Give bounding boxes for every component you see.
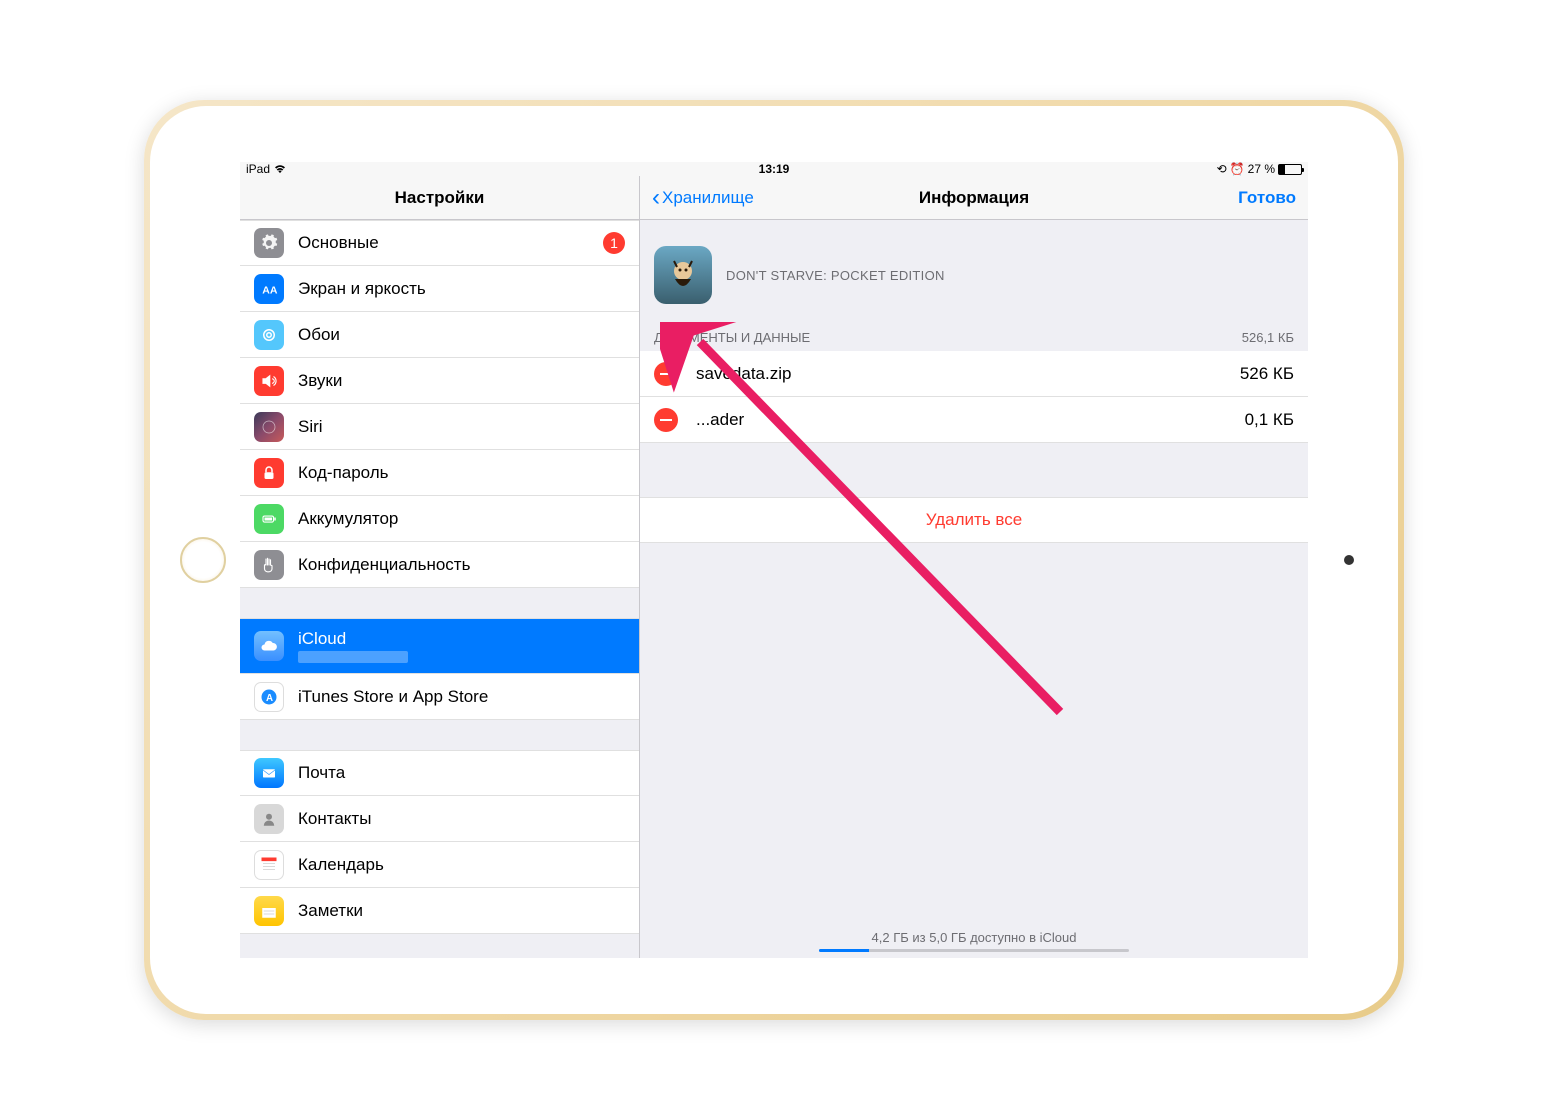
delete-all-button[interactable]: Удалить все	[640, 497, 1308, 543]
home-button[interactable]	[180, 537, 226, 583]
file-name: ...ader	[696, 410, 1245, 430]
orientation-lock-icon: ⟲	[1217, 162, 1227, 176]
back-label: Хранилище	[662, 188, 754, 208]
app-info-section: DON'T STARVE: POCKET EDITION	[640, 220, 1308, 324]
row-label: Заметки	[298, 901, 625, 921]
appstore-icon: A	[254, 682, 284, 712]
sidebar-item-display[interactable]: AA Экран и яркость	[240, 266, 639, 312]
status-bar: iPad 13:19 ⟲ ⏰ 27 %	[240, 162, 1308, 176]
app-name: DON'T STARVE: POCKET EDITION	[726, 268, 945, 283]
cloud-icon	[254, 631, 284, 661]
row-label: iCloud	[298, 629, 408, 649]
sidebar-item-siri[interactable]: Siri	[240, 404, 639, 450]
svg-text:A: A	[266, 692, 273, 703]
delete-file-button[interactable]	[654, 362, 678, 386]
storage-bar	[819, 949, 1129, 952]
siri-icon	[254, 412, 284, 442]
lock-icon	[254, 458, 284, 488]
battery-percent: 27 %	[1248, 162, 1275, 176]
sidebar-item-wallpaper[interactable]: Обои	[240, 312, 639, 358]
sidebar-item-contacts[interactable]: Контакты	[240, 796, 639, 842]
battery-icon	[1278, 164, 1302, 175]
file-size: 0,1 КБ	[1245, 410, 1294, 430]
minus-icon	[660, 373, 672, 375]
storage-fill	[819, 949, 869, 952]
delete-file-button[interactable]	[654, 408, 678, 432]
delete-all-label: Удалить все	[926, 510, 1022, 530]
mail-icon	[254, 758, 284, 788]
app-icon	[654, 246, 712, 304]
main-panel: ‹ Хранилище Информация Готово DON'T STAR…	[640, 176, 1308, 958]
svg-text:AA: AA	[262, 284, 278, 296]
front-camera	[1344, 555, 1354, 565]
file-name: savedata.zip	[696, 364, 1240, 384]
notification-badge: 1	[603, 232, 625, 254]
row-label: Обои	[298, 325, 625, 345]
file-row[interactable]: savedata.zip 526 КБ	[640, 351, 1308, 397]
hand-icon	[254, 550, 284, 580]
sidebar-item-general[interactable]: Основные 1	[240, 220, 639, 266]
sidebar-header: Настройки	[240, 176, 639, 220]
sidebar-item-privacy[interactable]: Конфиденциальность	[240, 542, 639, 588]
row-label: Почта	[298, 763, 625, 783]
status-time: 13:19	[759, 162, 790, 176]
file-size: 526 КБ	[1240, 364, 1294, 384]
row-label: Контакты	[298, 809, 625, 829]
alarm-icon: ⏰	[1230, 162, 1245, 176]
wallpaper-icon	[254, 320, 284, 350]
sidebar-item-appstore[interactable]: A iTunes Store и App Store	[240, 674, 639, 720]
sidebar-title: Настройки	[395, 188, 485, 208]
back-button[interactable]: ‹ Хранилище	[652, 186, 754, 210]
row-label: Основные	[298, 233, 603, 253]
gear-icon	[254, 228, 284, 258]
section-total-size: 526,1 КБ	[1242, 330, 1294, 345]
row-label: iTunes Store и App Store	[298, 687, 625, 707]
device-label: iPad	[246, 162, 270, 176]
display-icon: AA	[254, 274, 284, 304]
file-row[interactable]: ...ader 0,1 КБ	[640, 397, 1308, 443]
sidebar-item-icloud[interactable]: iCloud	[240, 618, 639, 674]
row-label: Код-пароль	[298, 463, 625, 483]
ipad-frame: iPad 13:19 ⟲ ⏰ 27 % Настройки	[144, 100, 1404, 1020]
calendar-icon	[254, 850, 284, 880]
icloud-subtitle	[298, 651, 408, 663]
notes-icon	[254, 896, 284, 926]
sidebar-item-sounds[interactable]: Звуки	[240, 358, 639, 404]
minus-icon	[660, 419, 672, 421]
battery-settings-icon	[254, 504, 284, 534]
settings-sidebar: Настройки Основные 1	[240, 176, 640, 958]
done-button[interactable]: Готово	[1238, 188, 1296, 208]
row-label: Звуки	[298, 371, 625, 391]
chevron-left-icon: ‹	[652, 186, 660, 210]
row-label: Конфиденциальность	[298, 555, 625, 575]
wifi-icon	[273, 164, 287, 174]
row-label: Аккумулятор	[298, 509, 625, 529]
documents-section-header: ДОКУМЕНТЫ И ДАННЫЕ 526,1 КБ	[640, 324, 1308, 351]
page-title: Информация	[919, 188, 1029, 208]
sidebar-item-mail[interactable]: Почта	[240, 750, 639, 796]
sidebar-item-calendar[interactable]: Календарь	[240, 842, 639, 888]
sidebar-item-battery[interactable]: Аккумулятор	[240, 496, 639, 542]
sidebar-item-notes[interactable]: Заметки	[240, 888, 639, 934]
main-header: ‹ Хранилище Информация Готово	[640, 176, 1308, 220]
row-label: Календарь	[298, 855, 625, 875]
storage-footer: 4,2 ГБ из 5,0 ГБ доступно в iCloud	[640, 930, 1308, 952]
sidebar-item-passcode[interactable]: Код-пароль	[240, 450, 639, 496]
contacts-icon	[254, 804, 284, 834]
row-label: Siri	[298, 417, 625, 437]
section-label: ДОКУМЕНТЫ И ДАННЫЕ	[654, 330, 810, 345]
row-label: Экран и яркость	[298, 279, 625, 299]
storage-available-text: 4,2 ГБ из 5,0 ГБ доступно в iCloud	[872, 930, 1077, 945]
speaker-icon	[254, 366, 284, 396]
